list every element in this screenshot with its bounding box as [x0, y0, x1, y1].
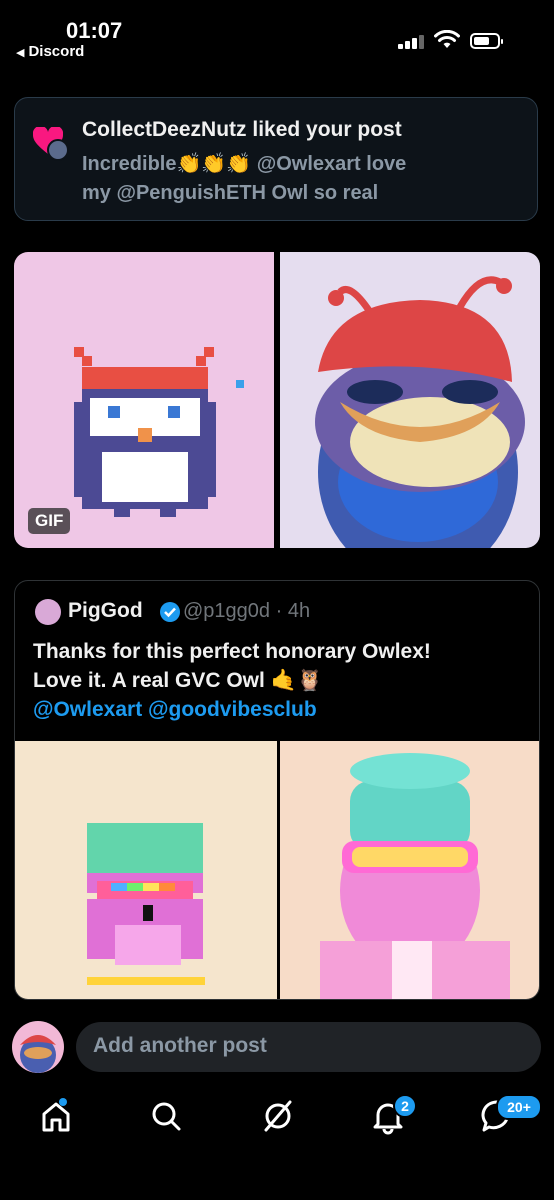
notifications-badge: 2	[393, 1094, 417, 1118]
back-arrow-icon: ◀	[16, 47, 25, 59]
search-icon[interactable]	[146, 1096, 186, 1136]
post-media-grid: GIF	[14, 252, 540, 548]
messages-badge: 20+	[496, 1094, 542, 1120]
gif-badge: GIF	[28, 508, 71, 534]
pixel-gvc-owl-image[interactable]	[15, 741, 277, 999]
heart-icon	[32, 125, 69, 161]
grok-icon[interactable]	[258, 1096, 298, 1136]
status-bar: 01:07 ◀ Discord	[0, 0, 554, 70]
quoted-author-name[interactable]: PigGod	[68, 599, 143, 623]
like-notification-card[interactable]: CollectDeezNutz liked your post Incredib…	[14, 97, 538, 221]
battery-icon	[470, 33, 503, 49]
back-to-app-button[interactable]: ◀ Discord	[16, 43, 84, 60]
notification-body: Incredible👏👏👏 @Owlexart love my @Penguis…	[82, 150, 522, 208]
bottom-tab-bar: 2 20+	[0, 1090, 554, 1150]
liker-avatar[interactable]	[47, 139, 69, 161]
quoted-mentions[interactable]: @Owlexart @goodvibesclub	[33, 695, 533, 724]
add-post-input[interactable]: Add another post	[76, 1022, 541, 1072]
quoted-post-card[interactable]: PigGod @p1gg0d · 4h Thanks for this perf…	[14, 580, 540, 1000]
quoted-text-line: Love it. A real GVC Owl 🤙🦉	[33, 669, 323, 692]
quoted-author-handle: @p1gg0d · 4h	[183, 600, 311, 622]
notification-title: CollectDeezNutz liked your post	[82, 118, 402, 141]
wifi-icon	[434, 30, 460, 48]
notification-body-line: my @PenguishETH Owl so real	[82, 182, 379, 204]
home-unread-dot	[59, 1098, 67, 1106]
painted-owl-image[interactable]	[280, 252, 540, 548]
3d-pink-owl-image[interactable]	[280, 741, 539, 999]
back-app-label: Discord	[28, 43, 85, 60]
pixel-owl-gif[interactable]: GIF	[14, 252, 274, 548]
quoted-post-text: Thanks for this perfect honorary Owlex! …	[33, 637, 533, 724]
verified-badge-icon	[160, 602, 180, 622]
quoted-text-line: Thanks for this perfect honorary Owlex!	[33, 640, 431, 663]
notification-body-line: Incredible👏👏👏 @Owlexart love	[82, 153, 407, 175]
reply-composer: Add another post	[0, 1018, 554, 1076]
cellular-signal-icon	[398, 33, 428, 49]
clock: 01:07	[66, 18, 123, 43]
home-icon[interactable]	[36, 1096, 76, 1136]
quoted-author-avatar[interactable]	[35, 599, 61, 625]
user-avatar[interactable]	[12, 1021, 64, 1073]
